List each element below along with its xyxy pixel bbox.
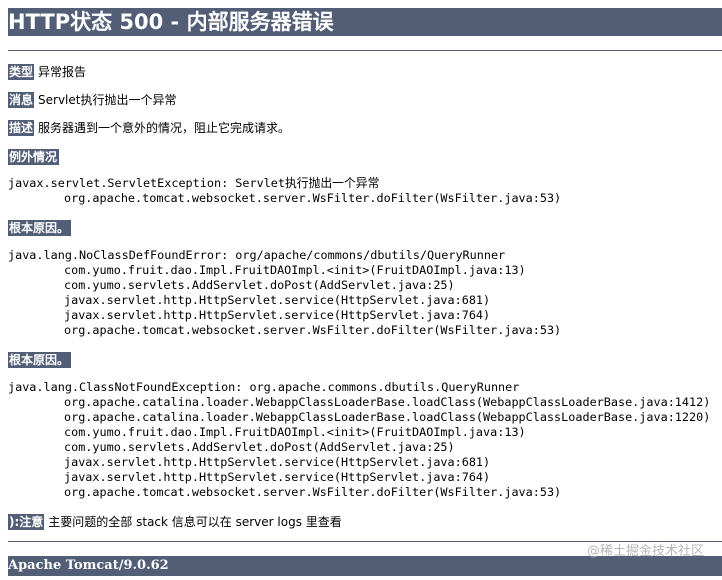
trace-line: javax.servlet.http.HttpServlet.service(H… — [64, 470, 491, 484]
trace-line: java.lang.ClassNotFoundException: org.ap… — [8, 380, 520, 394]
trace-line: java.lang.NoClassDefFoundError: org/apac… — [8, 248, 506, 262]
message-value: Servlet执行抛出一个异常 — [38, 93, 177, 107]
root-cause-label: 根本原因。 — [8, 220, 72, 236]
trace-line: javax.servlet.http.HttpServlet.service(H… — [64, 293, 491, 307]
trace-line: org.apache.catalina.loader.WebappClassLo… — [64, 410, 711, 424]
page-title: HTTP状态 500 - 内部服务器错误 — [8, 8, 722, 36]
description-label: 描述 — [8, 120, 35, 136]
trace-line: org.apache.tomcat.websocket.server.WsFil… — [64, 323, 562, 337]
message-row: 消息 Servlet执行抛出一个异常 — [8, 92, 722, 108]
root-cause-trace[interactable]: java.lang.NoClassDefFoundError: org/apac… — [8, 248, 722, 338]
trace-line: com.yumo.fruit.dao.Impl.FruitDAOImpl.<in… — [64, 425, 526, 439]
description-value: 服务器遇到一个意外的情况，阻止它完成请求。 — [38, 121, 291, 135]
watermark: @稀土掘金技术社区 — [586, 544, 704, 559]
description-row: 描述 服务器遇到一个意外的情况，阻止它完成请求。 — [8, 120, 722, 136]
exception-trace[interactable]: javax.servlet.ServletException: Servlet执… — [8, 176, 722, 206]
error-page: HTTP状态 500 - 内部服务器错误 类型 异常报告 消息 Servlet执行抛… — [0, 0, 722, 580]
footer-divider — [8, 541, 722, 542]
root-cause-trace[interactable]: java.lang.ClassNotFoundException: org.ap… — [8, 380, 722, 500]
message-label: 消息 — [8, 92, 35, 108]
trace-line: javax.servlet.ServletException: Servlet执… — [8, 176, 380, 190]
trace-line: org.apache.catalina.loader.WebappClassLo… — [64, 395, 711, 409]
trace-line: com.yumo.fruit.dao.Impl.FruitDAOImpl.<in… — [64, 263, 526, 277]
trace-line: com.yumo.servlets.AddServlet.doPost(AddS… — [64, 440, 455, 454]
note-label: ):注意 — [8, 514, 45, 530]
trace-line: org.apache.tomcat.websocket.server.WsFil… — [64, 485, 562, 499]
type-row: 类型 异常报告 — [8, 64, 722, 80]
trace-line: javax.servlet.http.HttpServlet.service(H… — [64, 455, 491, 469]
trace-line: com.yumo.servlets.AddServlet.doPost(AddS… — [64, 278, 455, 292]
type-value: 异常报告 — [38, 65, 87, 79]
exception-label: 例外情况 — [8, 149, 60, 165]
trace-line: org.apache.tomcat.websocket.server.WsFil… — [64, 191, 562, 205]
title-divider — [8, 50, 722, 51]
note-row: ):注意 主要问题的全部 stack 信息可以在 server logs 里查看 — [8, 514, 722, 530]
trace-line: javax.servlet.http.HttpServlet.service(H… — [64, 308, 491, 322]
note-value: 主要问题的全部 stack 信息可以在 server logs 里查看 — [48, 515, 342, 529]
type-label: 类型 — [8, 64, 35, 80]
root-cause-label: 根本原因。 — [8, 352, 72, 368]
